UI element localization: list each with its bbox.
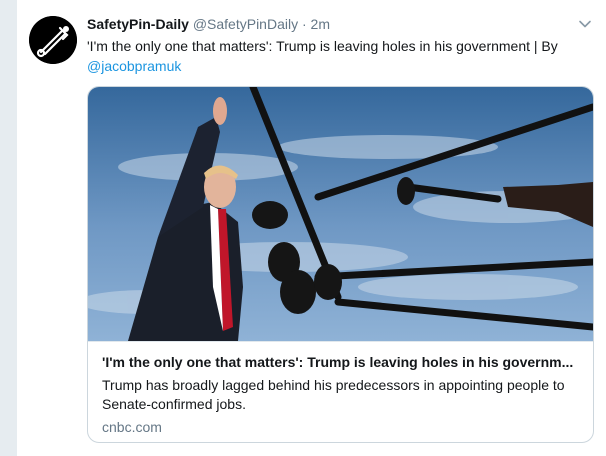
timestamp[interactable]: 2m: [311, 16, 330, 32]
tweet[interactable]: SafetyPin-Daily @SafetyPinDaily · 2m 'I'…: [16, 0, 606, 456]
tweet-body: 'I'm the only one that matters': Trump i…: [87, 38, 558, 54]
avatar[interactable]: [29, 16, 77, 64]
safety-pin-icon: [29, 16, 77, 64]
separator: ·: [301, 16, 307, 32]
chevron-down-icon[interactable]: [577, 16, 593, 32]
user-handle[interactable]: @SafetyPinDaily: [193, 16, 298, 32]
card-domain: cnbc.com: [102, 419, 162, 435]
mention-link[interactable]: @jacobpramuk: [87, 58, 181, 74]
link-card[interactable]: 'I'm the only one that matters': Trump i…: [87, 86, 594, 443]
news-photo[interactable]: [88, 87, 593, 341]
card-description: Trump has broadly lagged behind his pred…: [102, 377, 565, 412]
tweet-text: 'I'm the only one that matters': Trump i…: [87, 36, 592, 76]
card-title[interactable]: 'I'm the only one that matters': Trump i…: [102, 352, 582, 372]
tweet-header: SafetyPin-Daily @SafetyPinDaily · 2m: [87, 14, 587, 34]
card-body: 'I'm the only one that matters': Trump i…: [88, 341, 593, 442]
display-name[interactable]: SafetyPin-Daily: [87, 16, 189, 32]
